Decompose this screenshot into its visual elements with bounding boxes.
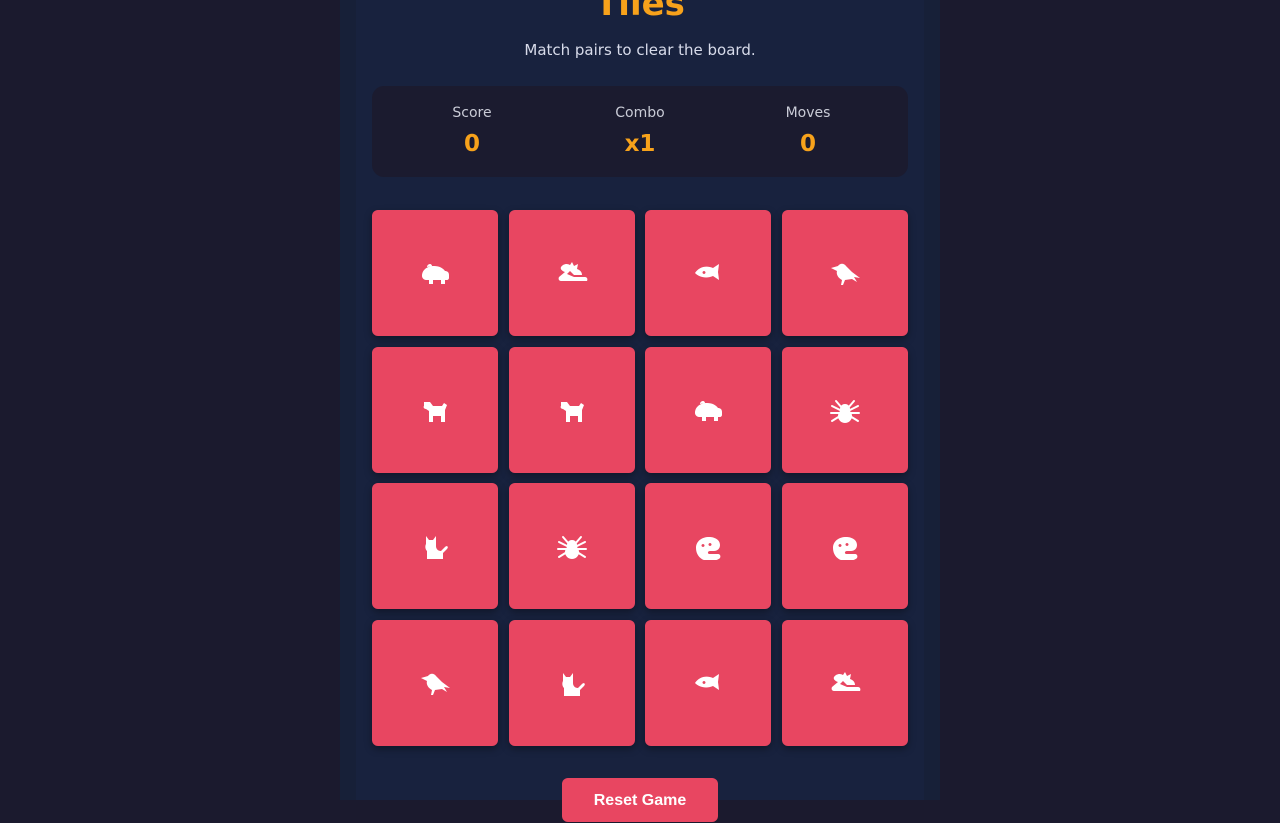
tile-dragon[interactable] bbox=[509, 210, 635, 336]
dog-icon bbox=[423, 402, 447, 422]
game-title: Tiles bbox=[595, 0, 685, 24]
tile-dog[interactable] bbox=[509, 347, 635, 473]
tile-otter[interactable] bbox=[645, 483, 771, 609]
crow-icon bbox=[831, 263, 860, 285]
fish-icon bbox=[695, 674, 719, 690]
reset-game-button[interactable]: Reset Game bbox=[562, 778, 718, 822]
fish-icon bbox=[695, 264, 719, 280]
tile-hippo[interactable] bbox=[645, 347, 771, 473]
moves-label: Moves bbox=[785, 105, 831, 121]
hippo-icon bbox=[422, 264, 449, 284]
crow-icon bbox=[421, 673, 450, 695]
tile-cat[interactable] bbox=[372, 483, 498, 609]
tile-crow[interactable] bbox=[372, 620, 498, 746]
dragon-icon bbox=[831, 672, 861, 691]
moves-value: 0 bbox=[799, 131, 816, 157]
dragon-icon bbox=[558, 262, 588, 281]
tile-cat[interactable] bbox=[509, 620, 635, 746]
hippo-icon bbox=[695, 401, 722, 421]
combo-value: x1 bbox=[624, 131, 656, 157]
stats-bar: Score 0 Combo x1 Moves 0 bbox=[372, 86, 908, 177]
tile-dog[interactable] bbox=[372, 347, 498, 473]
combo-label: Combo bbox=[615, 105, 665, 121]
spider-icon bbox=[830, 400, 860, 423]
score-value: 0 bbox=[463, 131, 480, 157]
otter-icon bbox=[696, 537, 721, 560]
cat-icon bbox=[425, 536, 448, 559]
dog-icon bbox=[560, 402, 584, 422]
tile-board bbox=[372, 210, 908, 746]
tile-fish[interactable] bbox=[645, 210, 771, 336]
game-subtitle: Match pairs to clear the board. bbox=[524, 41, 756, 59]
cat-icon bbox=[562, 673, 585, 696]
tile-hippo[interactable] bbox=[372, 210, 498, 336]
tile-spider[interactable] bbox=[782, 347, 908, 473]
score-label: Score bbox=[452, 105, 492, 121]
tile-dragon[interactable] bbox=[782, 620, 908, 746]
tile-crow[interactable] bbox=[782, 210, 908, 336]
otter-icon bbox=[833, 537, 858, 560]
tile-fish[interactable] bbox=[645, 620, 771, 746]
tile-spider[interactable] bbox=[509, 483, 635, 609]
spider-icon bbox=[557, 536, 587, 559]
tile-otter[interactable] bbox=[782, 483, 908, 609]
